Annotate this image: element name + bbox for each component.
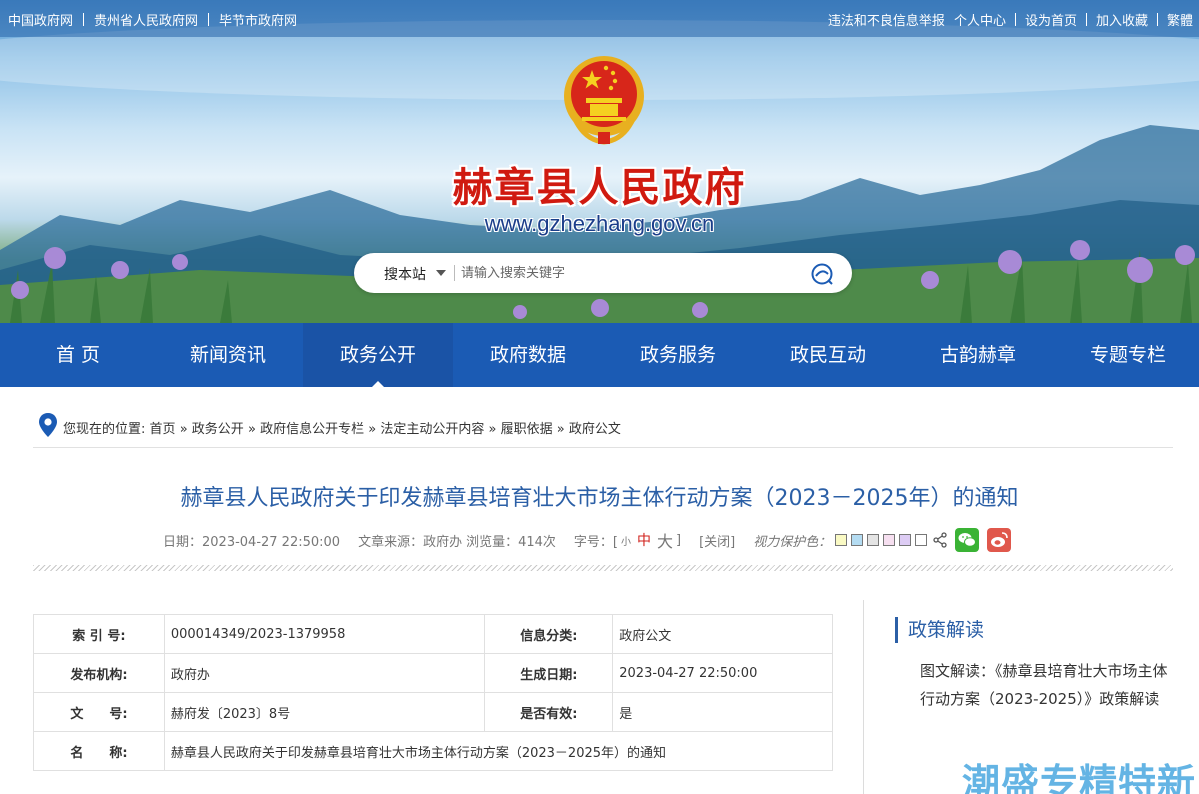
link-add-favorite[interactable]: 加入收藏 <box>1096 10 1148 29</box>
doc-number-value: 赫府发〔2023〕8号 <box>163 692 486 732</box>
wechat-share-button[interactable] <box>955 528 980 552</box>
link-set-home[interactable]: 设为首页 <box>1025 10 1077 29</box>
policy-interpretation-link[interactable]: 图文解读：《赫章县培育壮大市场主体行动方案（2023-2025）》政策解读 <box>920 657 1170 713</box>
search-box: 搜本站 <box>354 253 852 293</box>
article-title: 赫章县人民政府关于印发赫章县培育壮大市场主体行动方案（2023－2025年）的通… <box>180 486 1019 511</box>
font-size-label: 字号：[ <box>573 534 618 550</box>
doc-name-value: 赫章县人民政府关于印发赫章县培育壮大市场主体行动方案（2023－2025年）的通… <box>163 731 834 771</box>
breadcrumb-separator: » <box>247 422 256 437</box>
breadcrumb-home[interactable]: 首页 <box>150 422 176 437</box>
wechat-icon <box>958 533 977 547</box>
divider <box>1156 13 1158 26</box>
category-value: 政府公文 <box>612 614 833 654</box>
eye-color-yellow[interactable] <box>835 534 848 546</box>
breadcrumb-statutory[interactable]: 法定主动公开内容 <box>380 422 484 437</box>
eye-color-white[interactable] <box>915 534 928 546</box>
font-size-medium-button[interactable]: 中 <box>637 530 651 550</box>
weibo-share-button[interactable] <box>987 528 1012 552</box>
breadcrumb-duty-basis[interactable]: 履职依据 <box>501 422 553 437</box>
search-icon[interactable] <box>810 262 834 286</box>
eye-color-blue[interactable] <box>851 534 864 546</box>
article-meta: 日期：2023-04-27 22:50:00 文章来源：政府办 浏览量：414次… <box>163 528 1012 552</box>
nav-item-topics[interactable]: 专题专栏 <box>1053 323 1199 387</box>
top-bar: 中国政府网 贵州省人民政府网 毕节市政府网 违法和不良信息举报 个人中心 设为首… <box>0 0 1199 37</box>
validity-value: 是 <box>612 692 833 732</box>
divider <box>208 13 210 26</box>
index-number-label: 索 引 号: <box>33 614 165 654</box>
search-input[interactable] <box>461 261 791 285</box>
link-bijie-gov[interactable]: 毕节市政府网 <box>219 10 297 29</box>
divider <box>1014 13 1016 26</box>
font-size-small-button[interactable]: 小 <box>621 533 631 548</box>
table-row: 发布机构: 政府办 生成日期: 2023-04-27 22:50:00 <box>33 653 833 693</box>
close-page-button[interactable]: [关闭] <box>699 531 735 550</box>
nav-item-culture[interactable]: 古韵赫章 <box>903 323 1053 387</box>
header-banner: 赫章县人民政府 www.gzhezhang.gov.cn 搜本站 <box>0 0 1199 323</box>
nav-item-gov-services[interactable]: 政务服务 <box>603 323 753 387</box>
site-title: 赫章县人民政府 <box>452 164 747 211</box>
national-emblem-icon <box>564 56 644 145</box>
eye-color-purple[interactable] <box>899 534 912 546</box>
nav-item-gov-data[interactable]: 政府数据 <box>453 323 603 387</box>
eye-color-pink[interactable] <box>883 534 896 546</box>
nav-item-news[interactable]: 新闻资讯 <box>153 323 303 387</box>
site-url: www.gzhezhang.gov.cn <box>484 211 715 236</box>
search-divider <box>454 265 455 281</box>
article-date: 日期：2023-04-27 22:50:00 <box>163 534 341 550</box>
link-traditional[interactable]: 繁體 <box>1167 10 1193 29</box>
eye-care-label: 视力保护色： <box>753 534 832 550</box>
publisher-label: 发布机构: <box>33 653 165 693</box>
search-scope-select[interactable]: 搜本站 <box>384 264 426 284</box>
font-size-bracket: ] <box>676 532 682 548</box>
breadcrumb-gov-affairs[interactable]: 政务公开 <box>192 422 244 437</box>
nav-item-gov-affairs[interactable]: 政务公开 <box>303 323 453 387</box>
breadcrumb: 您现在的位置: 首页 » 政务公开 » 政府信息公开专栏 » 法定主动公开内容 … <box>33 410 1173 448</box>
eye-color-gray[interactable] <box>867 534 880 546</box>
breadcrumb-info-column[interactable]: 政府信息公开专栏 <box>260 422 364 437</box>
watermark-text: 潮盛专精特新 <box>962 761 1197 794</box>
nav-item-home[interactable]: 首 页 <box>3 323 153 387</box>
sidebar-divider <box>863 600 864 794</box>
link-personal-center[interactable]: 个人中心 <box>954 10 1006 29</box>
breadcrumb-separator: » <box>556 422 565 437</box>
doc-number-label: 文 号: <box>33 692 165 732</box>
policy-interpretation-title: 政策解读 <box>895 617 984 643</box>
divider <box>83 13 85 26</box>
divider <box>1085 13 1087 26</box>
category-label: 信息分类: <box>484 614 614 654</box>
publisher-value: 政府办 <box>163 653 486 693</box>
table-row: 索 引 号: 000014349/2023-1379958 信息分类: 政府公文 <box>33 614 833 654</box>
dotted-divider <box>33 565 1173 571</box>
page: 赫章县人民政府 www.gzhezhang.gov.cn 搜本站 中国政府网 贵… <box>0 0 1199 794</box>
validity-label: 是否有效: <box>484 692 614 732</box>
doc-name-label: 名 称: <box>33 731 165 771</box>
breadcrumb-separator: » <box>179 422 188 437</box>
nav-item-interaction[interactable]: 政民互动 <box>753 323 903 387</box>
weibo-icon <box>991 532 1009 547</box>
link-guizhou-gov[interactable]: 贵州省人民政府网 <box>94 10 198 29</box>
breadcrumb-gov-docs[interactable]: 政府公文 <box>569 422 621 437</box>
share-icon[interactable] <box>933 532 947 548</box>
created-date-value: 2023-04-27 22:50:00 <box>612 653 833 693</box>
created-date-label: 生成日期: <box>484 653 614 693</box>
chevron-down-icon[interactable] <box>436 270 446 276</box>
font-size-large-button[interactable]: 大 <box>657 528 673 552</box>
main-nav: 首 页 新闻资讯 政务公开 政府数据 政务服务 政民互动 古韵赫章 专题专栏 <box>0 323 1199 387</box>
breadcrumb-separator: » <box>368 422 377 437</box>
document-info-table: 索 引 号: 000014349/2023-1379958 信息分类: 政府公文… <box>33 614 834 771</box>
table-row: 名 称: 赫章县人民政府关于印发赫章县培育壮大市场主体行动方案（2023－202… <box>33 731 834 771</box>
link-china-gov[interactable]: 中国政府网 <box>8 10 73 29</box>
link-report[interactable]: 违法和不良信息举报 <box>828 10 945 29</box>
article-source: 文章来源：政府办 <box>358 534 463 550</box>
article-views: 浏览量：414次 <box>466 534 556 550</box>
location-pin-icon <box>39 413 57 437</box>
breadcrumb-separator: » <box>488 422 497 437</box>
breadcrumb-prefix: 您现在的位置: <box>63 422 146 437</box>
table-row: 文 号: 赫府发〔2023〕8号 是否有效: 是 <box>33 692 833 732</box>
index-number-value: 000014349/2023-1379958 <box>163 614 486 654</box>
